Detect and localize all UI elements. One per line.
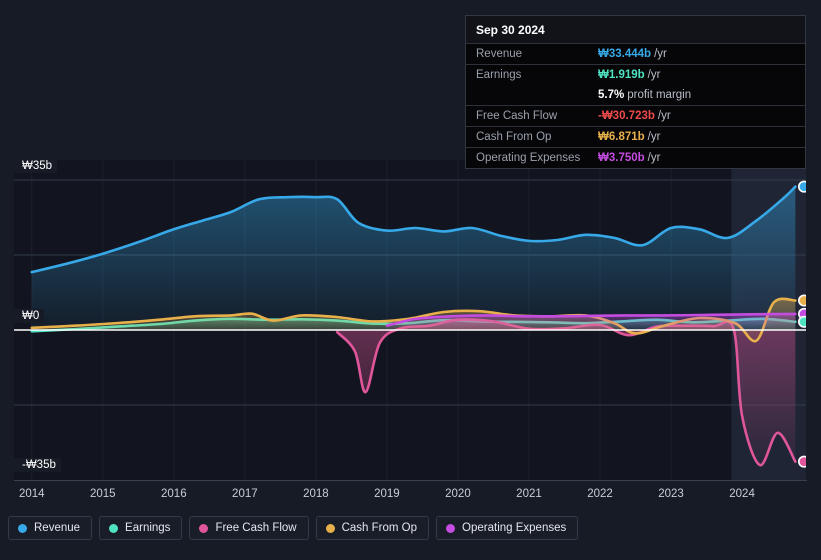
x-axis-tick-2020: 2020 — [445, 488, 471, 500]
legend-item-label: Cash From Op — [341, 522, 418, 534]
legend-item-label: Revenue — [34, 522, 81, 534]
tooltip-rows: Revenue ₩33.444b/yr Earnings ₩1.919b/yr 5.7%… — [466, 43, 805, 168]
tooltip-date: Sep 30 2024 — [466, 16, 805, 43]
legend-item-cash-from-op[interactable]: Cash From Op — [315, 516, 430, 540]
endpoint-marker-earnings — [798, 315, 806, 328]
chart-tooltip: Sep 30 2024 Revenue ₩33.444b/yr Earnings ₩1… — [465, 15, 806, 169]
legend-item-label: Operating Expenses — [462, 522, 567, 534]
y-axis-label-bottom: -₩35b — [0, 458, 61, 472]
legend-item-revenue[interactable]: Revenue — [8, 516, 93, 540]
tooltip-row-value: ₩1.919b — [598, 69, 645, 81]
tooltip-row-revenue: Revenue ₩33.444b/yr — [466, 43, 805, 64]
tooltip-row-unit: /yr — [647, 131, 661, 143]
tooltip-row-unit: /yr — [654, 48, 667, 60]
tooltip-row-value: ₩3.750b — [598, 152, 645, 164]
x-axis-tick-2016: 2016 — [161, 488, 187, 500]
tooltip-row-key: Free Cash Flow — [476, 110, 558, 122]
chart-plot-area[interactable] — [0, 160, 821, 480]
tooltip-row-free-cash-flow: Free Cash Flow -₩30.723b/yr — [466, 105, 805, 126]
tooltip-row-key: Earnings — [476, 69, 522, 81]
x-axis: 2014 2015 2016 2017 2018 2019 2020 2021 2022 2023… — [0, 480, 821, 508]
legend-color-dot — [446, 523, 456, 533]
chart-legend[interactable]: Revenue Earnings Free Cash Flow Cash From O… — [8, 516, 579, 540]
legend-item-earnings[interactable]: Earnings — [99, 516, 183, 540]
x-axis-tick-2021: 2021 — [516, 488, 542, 500]
tooltip-row-value: ₩6.871b — [598, 131, 645, 143]
tooltip-profit-margin-label: profit margin — [627, 89, 692, 101]
tooltip-row-cash-from-op: Cash From Op ₩6.871b/yr — [466, 126, 805, 147]
tooltip-row-earnings: Earnings ₩1.919b/yr — [466, 64, 805, 85]
y-axis-label-top: ₩35b — [0, 159, 58, 173]
tooltip-row-operating-expenses: Operating Expenses ₩3.750b/yr — [466, 147, 805, 168]
x-axis-tick-2017: 2017 — [232, 488, 258, 500]
tooltip-row-key: Cash From Op — [476, 131, 552, 143]
legend-color-dot — [18, 523, 27, 533]
y-axis-label-zero: ₩0 — [0, 309, 45, 323]
legend-item-operating-expenses[interactable]: Operating Expenses — [436, 516, 579, 540]
endpoint-marker-cash-from-op — [798, 294, 806, 307]
tooltip-row-unit: /yr — [647, 69, 661, 81]
legend-color-dot — [325, 523, 335, 533]
x-axis-tick-2024: 2024 — [729, 488, 755, 500]
x-axis-tick-2019: 2019 — [374, 488, 400, 500]
tooltip-row-unit: /yr — [647, 152, 661, 164]
x-axis-tick-2014: 2014 — [18, 488, 45, 500]
legend-item-label: Free Cash Flow — [215, 522, 297, 534]
tooltip-row-key: Revenue — [476, 48, 523, 60]
legend-color-dot — [199, 523, 209, 533]
legend-item-free-cash-flow[interactable]: Free Cash Flow — [189, 516, 309, 540]
tooltip-row-value: -₩30.723b — [598, 110, 655, 122]
x-axis-tick-2018: 2018 — [303, 488, 329, 500]
x-axis-tick-2023: 2023 — [658, 488, 684, 500]
x-axis-tick-2022: 2022 — [587, 488, 613, 500]
tooltip-row-value: ₩33.444b — [598, 48, 652, 60]
tooltip-row-key: Operating Expenses — [476, 152, 581, 164]
legend-item-label: Earnings — [125, 522, 171, 534]
x-axis-tick-2015: 2015 — [89, 488, 116, 500]
tooltip-profit-margin-value: 5.7% — [598, 89, 625, 101]
legend-color-dot — [109, 523, 119, 533]
endpoint-marker-free-cash-flow — [798, 455, 806, 468]
tooltip-row-unit: /yr — [657, 110, 671, 122]
tooltip-row-profit-margin: 5.7% profit margin — [466, 85, 805, 105]
chart-canvas — [14, 160, 806, 480]
financial-chart-panel: ₩35b ₩0 -₩35b 2014 2015 2016 2017 2018 2019 20… — [0, 0, 821, 560]
endpoint-marker-revenue — [798, 180, 806, 193]
